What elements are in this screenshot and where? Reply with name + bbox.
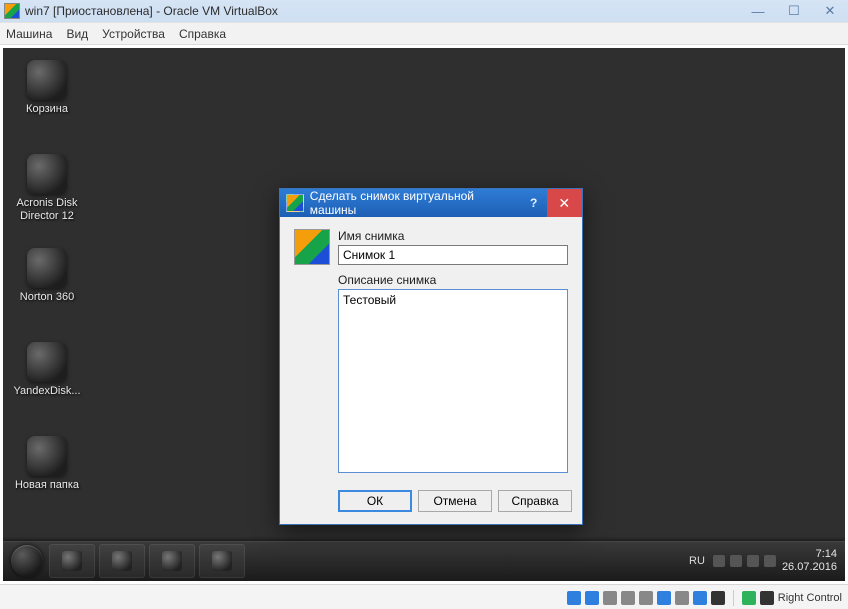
- host-titlebar: win7 [Приостановлена] - Oracle VM Virtua…: [0, 0, 848, 22]
- desktop-icon-recycle-bin[interactable]: Корзина: [9, 60, 85, 116]
- snapshot-desc-textarea[interactable]: [338, 289, 568, 473]
- taskbar-pin-ie[interactable]: [49, 544, 95, 578]
- host-minimize-button[interactable]: —: [740, 0, 776, 22]
- status-audio-icon[interactable]: [603, 591, 617, 605]
- ie-icon: [62, 551, 82, 571]
- host-window-title: win7 [Приостановлена] - Oracle VM Virtua…: [25, 4, 278, 18]
- status-optical-icon[interactable]: [585, 591, 599, 605]
- tray-network-icon[interactable]: [747, 555, 759, 567]
- snapshot-name-input[interactable]: [338, 245, 568, 265]
- dialog-close-button[interactable]: ✕: [547, 189, 583, 217]
- dialog-help-button[interactable]: ?: [521, 196, 547, 210]
- status-harddisk-icon[interactable]: [567, 591, 581, 605]
- status-display-icon[interactable]: [675, 591, 689, 605]
- snapshot-desc-label: Описание снимка: [338, 273, 568, 287]
- status-cpu-icon[interactable]: [711, 591, 725, 605]
- desktop-icon-new-folder[interactable]: Новая папка: [9, 436, 85, 492]
- dialog-button-row: ОК Отмена Справка: [280, 484, 582, 524]
- taskbar-pin-yandex[interactable]: [199, 544, 245, 578]
- acronis-icon: [27, 154, 67, 194]
- yandexdisk-icon: [27, 342, 67, 382]
- taskbar-clock[interactable]: 7:14 26.07.2016: [782, 548, 837, 574]
- guest-display: Корзина Acronis Disk Director 12 Norton …: [3, 48, 845, 581]
- taskbar-time: 7:14: [782, 548, 837, 561]
- norton-icon: [27, 248, 67, 288]
- status-keyboard-icon[interactable]: [760, 591, 774, 605]
- status-recording-icon[interactable]: [693, 591, 707, 605]
- folder-icon: [27, 436, 67, 476]
- cancel-button[interactable]: Отмена: [418, 490, 492, 512]
- language-indicator[interactable]: RU: [689, 555, 705, 567]
- taskbar-pin-mediaplayer[interactable]: [149, 544, 195, 578]
- dialog-titlebar[interactable]: Сделать снимок виртуальной машины ? ✕: [280, 189, 582, 217]
- desktop-icon-label: Корзина: [9, 103, 85, 116]
- status-usb-icon[interactable]: [639, 591, 653, 605]
- menu-devices[interactable]: Устройства: [102, 27, 165, 41]
- desktop-icon-label: Новая папка: [9, 479, 85, 492]
- desktop-icon-label: Norton 360: [9, 291, 85, 304]
- status-shared-folders-icon[interactable]: [657, 591, 671, 605]
- explorer-icon: [112, 551, 132, 571]
- host-maximize-button[interactable]: ☐: [776, 0, 812, 22]
- start-button[interactable]: [7, 541, 47, 581]
- menu-view[interactable]: Вид: [66, 27, 88, 41]
- recycle-bin-icon: [27, 60, 67, 100]
- tray-flag-icon[interactable]: [730, 555, 742, 567]
- snapshot-icon: [294, 229, 330, 265]
- ok-button[interactable]: ОК: [338, 490, 412, 512]
- system-tray[interactable]: [713, 555, 776, 567]
- snapshot-dialog: Сделать снимок виртуальной машины ? ✕ Им…: [279, 188, 583, 525]
- mediaplayer-icon: [162, 551, 182, 571]
- host-status-bar: Right Control: [0, 584, 848, 609]
- help-button[interactable]: Справка: [498, 490, 572, 512]
- guest-taskbar: RU 7:14 26.07.2016: [3, 541, 845, 581]
- desktop-icon-acronis[interactable]: Acronis Disk Director 12: [9, 154, 85, 223]
- desktop-icon-yandexdisk[interactable]: YandexDisk...: [9, 342, 85, 398]
- status-host-key: Right Control: [778, 592, 842, 604]
- snapshot-name-label: Имя снимка: [338, 229, 568, 243]
- taskbar-date: 26.07.2016: [782, 561, 837, 574]
- tray-chevron-icon[interactable]: [713, 555, 725, 567]
- host-close-button[interactable]: ✕: [812, 0, 848, 22]
- desktop-icon-norton[interactable]: Norton 360: [9, 248, 85, 304]
- menu-help[interactable]: Справка: [179, 27, 226, 41]
- status-network-icon[interactable]: [621, 591, 635, 605]
- windows-orb-icon: [11, 545, 43, 577]
- virtualbox-icon: [4, 3, 20, 19]
- host-menubar: Машина Вид Устройства Справка: [0, 22, 848, 45]
- dialog-title: Сделать снимок виртуальной машины: [310, 189, 521, 217]
- status-mouse-integration-icon[interactable]: [742, 591, 756, 605]
- desktop-icon-label: Acronis Disk Director 12: [9, 197, 85, 223]
- desktop-icon-label: YandexDisk...: [9, 385, 85, 398]
- yandex-icon: [212, 551, 232, 571]
- menu-machine[interactable]: Машина: [6, 27, 52, 41]
- tray-volume-icon[interactable]: [764, 555, 776, 567]
- taskbar-pin-explorer[interactable]: [99, 544, 145, 578]
- virtualbox-icon: [286, 194, 304, 212]
